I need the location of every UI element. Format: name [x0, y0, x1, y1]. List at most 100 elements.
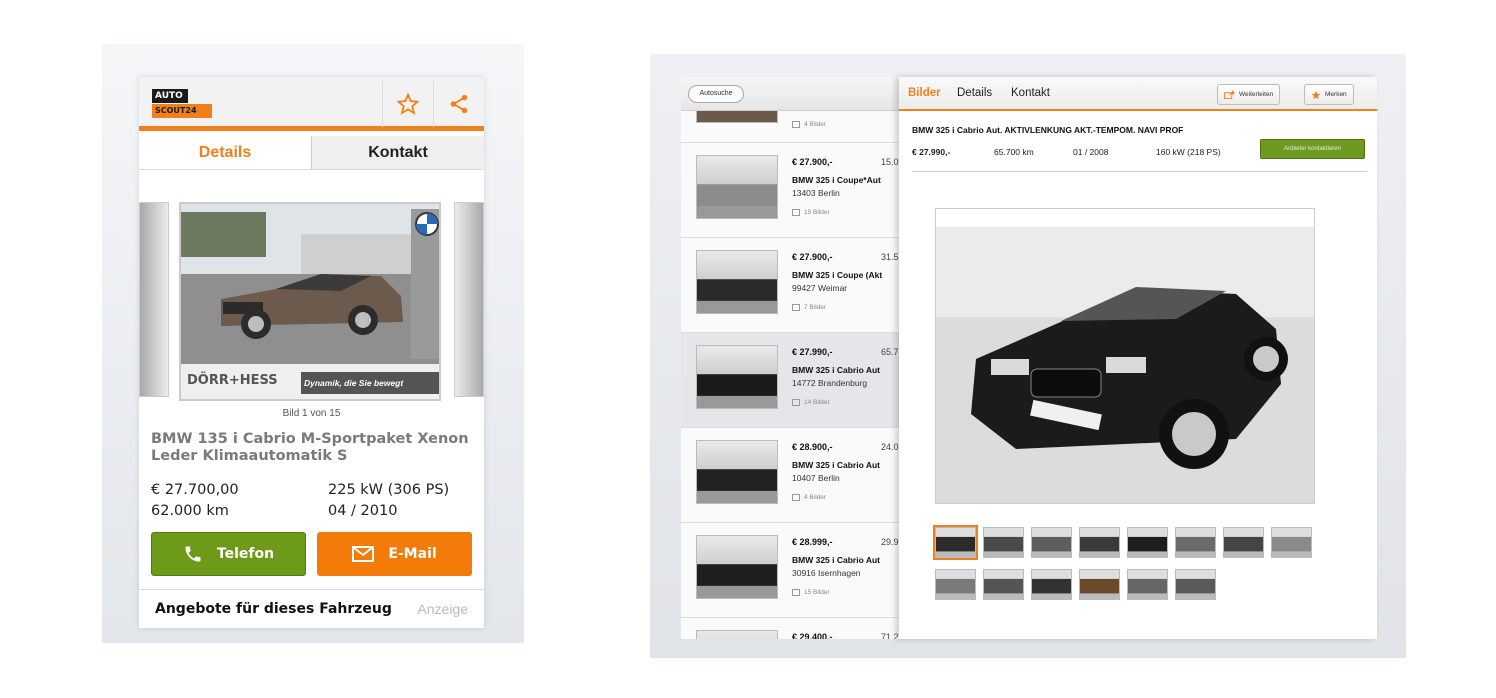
list-item-km: 24.0 [881, 442, 899, 452]
results-list: Autosuche 4 Bilder € 27.900,- 15.0 BMW 325… [681, 77, 925, 639]
tab-details[interactable]: Details [957, 87, 992, 99]
list-item-km: 31.5 [881, 252, 899, 262]
share-icon [450, 94, 467, 114]
price: € 27.700,00 [151, 482, 239, 498]
offers-section[interactable]: Angebote für dieses Fahrzeug Anzeige [139, 589, 484, 628]
gallery-thumbnail[interactable] [1271, 527, 1312, 558]
list-item-km: 29.9 [881, 537, 899, 547]
thumbnail-row-2 [935, 569, 1216, 600]
list-item[interactable]: € 28.999,- 29.9 BMW 325 i Cabrio Aut 30916 … [681, 523, 924, 618]
list-item-city: 14772 Brandenburg [792, 378, 868, 388]
gallery-thumbnail[interactable] [1031, 569, 1072, 600]
save-label: Merken [1325, 91, 1347, 98]
thumbnail-row-1 [933, 525, 1312, 560]
list-item-pics: 7 Bilder [792, 304, 826, 311]
list-item-km: 65.7 [881, 347, 899, 357]
car-photo-image [936, 209, 1314, 503]
gallery-thumbnail[interactable] [1223, 527, 1264, 558]
share-label: Weiterleiten [1239, 91, 1274, 98]
dealer-logo: DÖRR+HESS [187, 373, 278, 388]
star-icon [1311, 90, 1321, 99]
list-item-price: € 28.900,- [792, 442, 833, 452]
save-button[interactable]: Merken [1304, 84, 1354, 105]
tab-kontakt[interactable]: Kontakt [311, 136, 484, 170]
gallery-thumbnail[interactable] [1079, 569, 1120, 600]
list-item-pics: 15 Bilder [792, 209, 830, 216]
list-item-pics: 4 Bilder [792, 121, 826, 128]
gallery-thumbnail[interactable] [1127, 527, 1168, 558]
share-button[interactable] [433, 81, 483, 127]
tab-bilder[interactable]: Bilder [908, 87, 941, 99]
list-item-thumbnail [696, 630, 778, 639]
offers-label: Angebote für dieses Fahrzeug [155, 601, 392, 617]
phone-call-button[interactable]: Telefon [151, 532, 306, 576]
list-item-thumbnail [696, 535, 778, 599]
detail-pane: Bilder Details Kontakt Weiterleiten Merk… [899, 77, 1377, 639]
contact-seller-button[interactable]: Anbieter kontaktieren [1260, 139, 1365, 159]
image-gallery[interactable]: DÖRR+HESS Dynamik, die Sie bewegt [139, 202, 484, 402]
list-item-price: € 28.999,- [792, 537, 833, 547]
phone-screenshot: AUTO SCOUT24 Details Kontakt DÖRR+HESS D… [102, 44, 524, 643]
email-label: E-Mail [388, 546, 437, 562]
previous-image[interactable] [139, 202, 169, 397]
list-item[interactable]: 4 Bilder [681, 111, 924, 143]
back-button[interactable]: Autosuche [688, 85, 744, 103]
list-item-price: € 27.900,- [792, 252, 833, 262]
car-photo[interactable]: DÖRR+HESS Dynamik, die Sie bewegt [179, 202, 441, 401]
autoscout24-logo: AUTO SCOUT24 [152, 89, 212, 118]
app-header: AUTO SCOUT24 [139, 77, 484, 131]
list-item-pics: 15 Bilder [792, 589, 830, 596]
share-button[interactable]: Weiterleiten [1217, 84, 1281, 105]
logo-line-1: AUTO [152, 89, 188, 103]
phone-call-label: Telefon [216, 546, 275, 562]
logo-line-2: SCOUT24 [152, 104, 212, 118]
phone-icon [185, 546, 201, 562]
list-item-km: 71.2 [881, 632, 899, 639]
mileage: 62.000 km [151, 503, 229, 519]
list-item-price: € 29.400,- [792, 632, 833, 639]
car-photo[interactable] [935, 208, 1315, 504]
listing-title: BMW 135 i Cabrio M-Sportpaket Xenon Lede… [151, 431, 469, 464]
list-item[interactable]: € 28.900,- 24.0 BMW 325 i Cabrio Aut 10407 … [681, 428, 924, 523]
gallery-thumbnail[interactable] [935, 569, 976, 600]
power: 225 kW (306 PS) [328, 482, 450, 498]
list-item-pics: 4 Bilder [792, 494, 826, 501]
power: 160 kW (218 PS) [1156, 147, 1221, 157]
list-item-thumbnail [696, 111, 778, 123]
star-icon [396, 93, 419, 115]
favorite-button[interactable] [382, 81, 432, 127]
phone-screen: AUTO SCOUT24 Details Kontakt DÖRR+HESS D… [139, 77, 484, 628]
list-item-km: 15.0 [881, 157, 899, 167]
list-item-thumbnail [696, 345, 778, 409]
listing-title: BMW 325 i Cabrio Aut. AKTIVLENKUNG AKT.-… [912, 125, 1184, 135]
dealer-slogan: Dynamik, die Sie bewegt [304, 378, 404, 388]
ad-label: Anzeige [417, 601, 468, 617]
envelope-icon [352, 546, 375, 562]
list-header: Autosuche [681, 77, 924, 111]
tab-bar: Details Kontakt [139, 136, 484, 170]
gallery-thumbnail[interactable] [983, 569, 1024, 600]
list-item[interactable]: € 27.990,- 65.7 BMW 325 i Cabrio Aut 14772 … [681, 333, 924, 428]
registration-date: 01 / 2008 [1073, 147, 1109, 157]
list-item[interactable]: € 29.400,- 71.2 [681, 618, 924, 639]
list-item-thumbnail [696, 155, 778, 219]
gallery-thumbnail[interactable] [1175, 527, 1216, 558]
divider [912, 171, 1367, 172]
gallery-thumbnail[interactable] [933, 525, 978, 560]
list-item-thumbnail [696, 250, 778, 314]
tab-details[interactable]: Details [139, 136, 311, 170]
gallery-thumbnail[interactable] [1079, 527, 1120, 558]
price: € 27.990,- [912, 147, 951, 157]
list-item[interactable]: € 27.900,- 31.5 BMW 325 i Coupe (Akt 99427 … [681, 238, 924, 333]
share-icon [1224, 90, 1235, 99]
detail-header: Bilder Details Kontakt Weiterleiten Merk… [899, 77, 1377, 111]
gallery-thumbnail[interactable] [1127, 569, 1168, 600]
list-item[interactable]: € 27.900,- 15.0 BMW 325 i Coupe*Aut 13403 B… [681, 143, 924, 238]
tablet-screenshot: Autosuche 4 Bilder € 27.900,- 15.0 BMW 325… [650, 54, 1406, 658]
gallery-thumbnail[interactable] [983, 527, 1024, 558]
next-image[interactable] [454, 202, 484, 397]
gallery-thumbnail[interactable] [1031, 527, 1072, 558]
email-button[interactable]: E-Mail [317, 532, 472, 576]
gallery-thumbnail[interactable] [1175, 569, 1216, 600]
tab-kontakt[interactable]: Kontakt [1011, 87, 1050, 99]
